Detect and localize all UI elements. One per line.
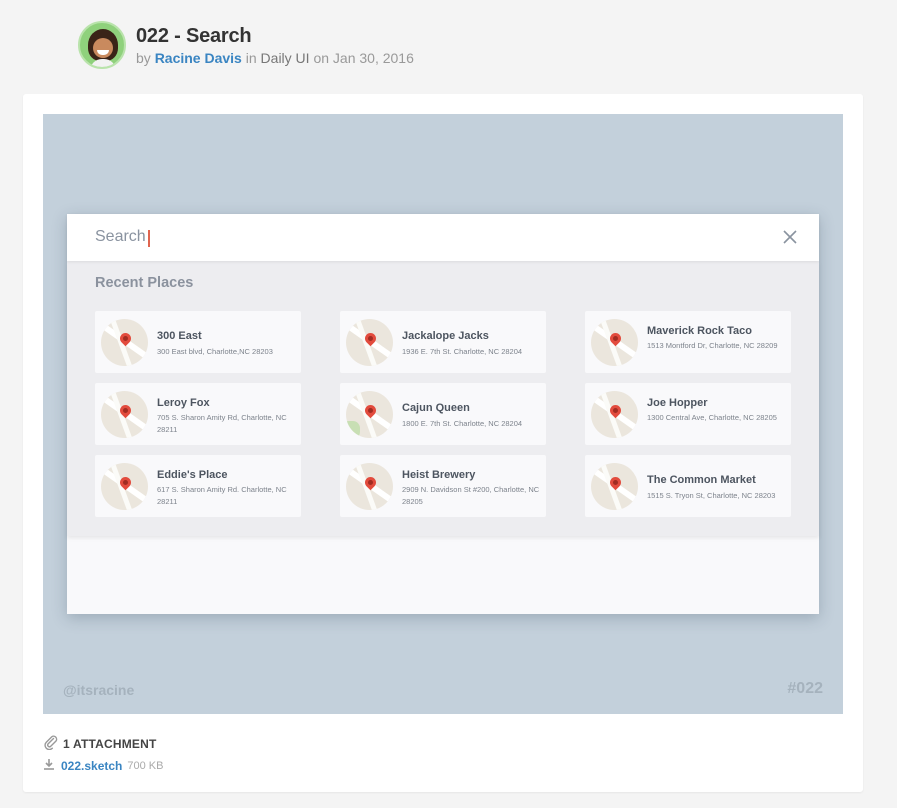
team-link[interactable]: Daily UI (261, 50, 310, 66)
avatar[interactable] (78, 21, 126, 69)
map-thumbnail (591, 319, 638, 366)
search-bar (67, 214, 819, 261)
place-card[interactable]: Heist Brewery 2909 N. Davidson St #200, … (340, 455, 546, 517)
place-address: 300 East blvd, Charlotte,NC 28203 (157, 347, 273, 356)
shot-title: 022 - Search (136, 25, 252, 47)
place-name: 300 East (157, 330, 202, 342)
in-label: in (245, 50, 257, 66)
title-block: 022 - Search by Racine Davis in Daily UI… (136, 24, 414, 66)
map-thumbnail (346, 391, 393, 438)
search-panel: Recent Places 300 East 300 East blvd, Ch… (67, 214, 819, 614)
place-name: Cajun Queen (402, 402, 470, 414)
place-name: Maverick Rock Taco (647, 325, 752, 337)
map-thumbnail (346, 463, 393, 510)
shot-header: 022 - Search by Racine Davis in Daily UI… (78, 20, 414, 70)
place-address: 1936 E. 7th St. Charlotte, NC 28204 (402, 347, 523, 356)
map-thumbnail (101, 391, 148, 438)
author-link[interactable]: Racine Davis (155, 50, 242, 66)
shot-image[interactable]: Recent Places 300 East 300 East blvd, Ch… (43, 114, 843, 714)
place-name: The Common Market (647, 474, 756, 486)
place-name: Joe Hopper (647, 397, 708, 409)
attachment-row: 022.sketch 700 KB (43, 758, 163, 773)
place-card[interactable]: Leroy Fox 705 S. Sharon Amity Rd, Charlo… (95, 383, 301, 445)
by-label: by (136, 50, 151, 66)
on-label: on (313, 50, 330, 66)
shot-number: #022 (787, 680, 823, 697)
place-name: Leroy Fox (157, 397, 210, 409)
map-thumbnail (591, 463, 638, 510)
close-icon[interactable] (781, 228, 799, 246)
place-address: 617 S. Sharon Amity Rd. Charlotte, NC 28… (157, 485, 287, 506)
recent-places-section: Recent Places 300 East 300 East blvd, Ch… (67, 261, 819, 536)
map-thumbnail (101, 463, 148, 510)
attachments-header: 1 ATTACHMENT (43, 734, 157, 753)
place-card[interactable]: Maverick Rock Taco 1513 Montford Dr, Cha… (585, 311, 791, 373)
byline: by Racine Davis in Daily UI on Jan 30, 2… (136, 50, 414, 66)
place-address: 1800 E. 7th St. Charlotte, NC 28204 (402, 419, 523, 428)
paperclip-icon (43, 734, 59, 753)
places-grid: 300 East 300 East blvd, Charlotte,NC 282… (95, 311, 791, 517)
place-card[interactable]: Joe Hopper 1300 Central Ave, Charlotte, … (585, 383, 791, 445)
place-address: 705 S. Sharon Amity Rd, Charlotte, NC 28… (157, 413, 287, 434)
place-card[interactable]: Eddie's Place 617 S. Sharon Amity Rd. Ch… (95, 455, 301, 517)
map-thumbnail (101, 319, 148, 366)
attachment-file-size: 700 KB (127, 759, 164, 772)
attachments-count: 1 ATTACHMENT (63, 736, 157, 751)
attachment-file-link[interactable]: 022.sketch (61, 759, 122, 773)
place-card[interactable]: The Common Market 1515 S. Tryon St, Char… (585, 455, 791, 517)
place-card[interactable]: 300 East 300 East blvd, Charlotte,NC 282… (95, 311, 301, 373)
shot-date: Jan 30, 2016 (332, 50, 414, 66)
place-address: 1300 Central Ave, Charlotte, NC 28205 (647, 413, 777, 422)
place-address: 1515 S. Tryon St, Charlotte, NC 28203 (647, 491, 776, 500)
designer-handle: @itsracine (63, 682, 135, 698)
shot-card: Recent Places 300 East 300 East blvd, Ch… (23, 94, 863, 792)
download-icon[interactable] (43, 758, 55, 773)
place-name: Jackalope Jacks (402, 330, 489, 342)
search-input[interactable] (95, 228, 695, 246)
text-caret (148, 230, 150, 247)
place-name: Eddie's Place (157, 469, 228, 481)
map-thumbnail (591, 391, 638, 438)
place-name: Heist Brewery (402, 469, 476, 481)
place-card[interactable]: Cajun Queen 1800 E. 7th St. Charlotte, N… (340, 383, 546, 445)
map-thumbnail (346, 319, 393, 366)
recent-places-heading: Recent Places (95, 275, 194, 291)
place-card[interactable]: Jackalope Jacks 1936 E. 7th St. Charlott… (340, 311, 546, 373)
place-address: 2909 N. Davidson St #200, Charlotte, NC … (402, 485, 540, 506)
place-address: 1513 Montford Dr, Charlotte, NC 28209 (647, 341, 778, 350)
